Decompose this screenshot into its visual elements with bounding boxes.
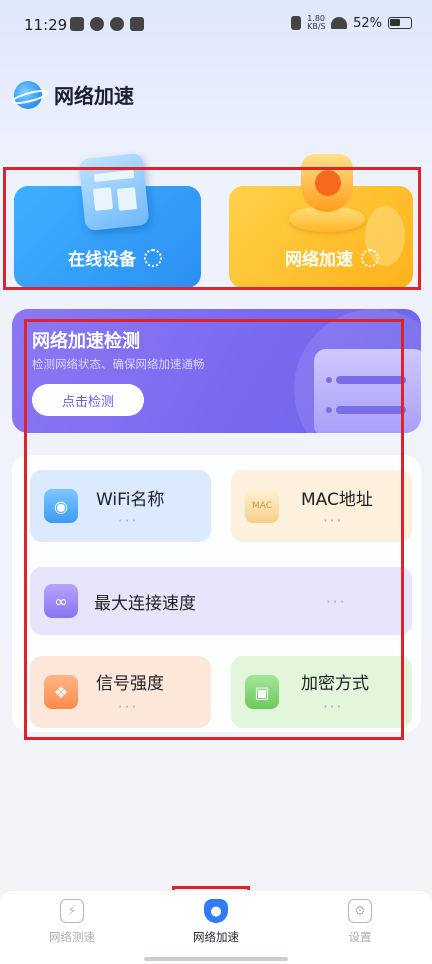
nav-accelerate-label: 网络加速 <box>193 930 239 944</box>
page-title: 网络加速 <box>54 84 134 108</box>
battery-icon <box>388 17 412 29</box>
app-notification-icon <box>110 17 124 31</box>
status-bar: 11:29 1.80 KB/S 52% <box>0 0 432 52</box>
highlight-detect-info <box>24 319 404 740</box>
network-speed: 1.80 KB/S <box>307 15 326 31</box>
nav-settings-label: 设置 <box>348 930 372 944</box>
app-header: 网络加速 <box>14 80 134 109</box>
vibrate-icon <box>291 16 302 30</box>
network-speed-unit: KB/S <box>307 22 326 31</box>
status-time: 11:29 <box>24 16 68 34</box>
home-indicator[interactable] <box>144 957 288 961</box>
nav-speed-test[interactable]: ⚡ 网络测速 <box>32 899 112 945</box>
status-right: 1.80 KB/S 52% <box>291 15 412 31</box>
wifi-icon <box>331 17 348 29</box>
nav-speed-test-label: 网络测速 <box>49 930 95 944</box>
planet-logo-icon <box>14 80 42 109</box>
nav-accelerate[interactable]: ● 网络加速 <box>176 899 256 945</box>
tiktok-icon <box>130 17 144 31</box>
notification-icon <box>70 17 84 31</box>
lightning-icon: ⚡ <box>60 899 84 923</box>
shield-icon: ● <box>204 899 228 923</box>
battery-percent: 52% <box>353 15 382 31</box>
status-notification-icons <box>70 17 144 31</box>
sync-icon <box>90 17 104 31</box>
gear-icon: ⚙ <box>348 899 372 923</box>
highlight-top-cards <box>3 167 421 290</box>
bottom-nav: ⚡ 网络测速 ● 网络加速 ⚙ 设置 <box>0 890 432 964</box>
nav-settings[interactable]: ⚙ 设置 <box>320 899 400 945</box>
